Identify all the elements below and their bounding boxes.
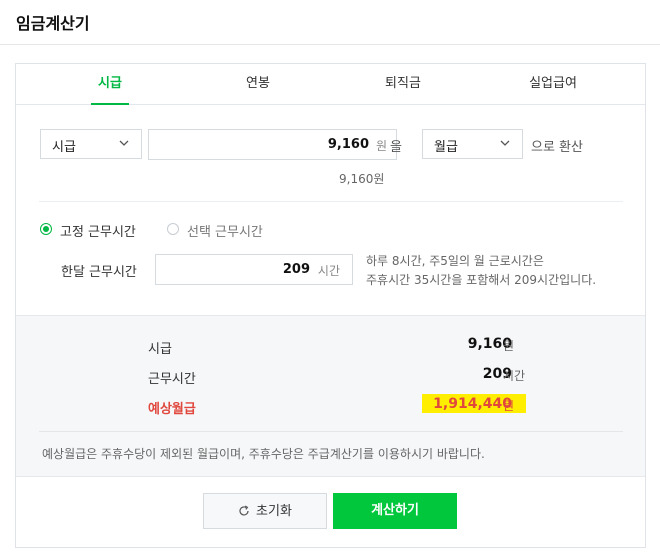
page-title: 임금계산기 [16, 14, 90, 33]
result-note: 예상월급은 주휴수당이 제외된 월급이며, 주휴수당은 주급계산기를 이용하시기… [42, 447, 485, 461]
chevron-down-icon [119, 140, 129, 146]
app-header: 임금계산기 [0, 0, 660, 45]
from-unit-value: 시급 [52, 140, 76, 155]
to-unit-value: 월급 [434, 140, 458, 155]
monthly-hours-value: 209 [282, 262, 310, 277]
hours-hint-line2: 주휴시간 35시간을 포함해서 209시간입니다. [366, 273, 597, 287]
selected-hours-radio[interactable] [167, 223, 179, 235]
result-monthly-unit: 원 [503, 399, 515, 413]
result-monthly-value: 1,914,440 [433, 396, 512, 412]
amount-input[interactable]: 9,160 원 [148, 129, 397, 160]
result-divider [39, 431, 623, 432]
result-hours-unit: 시간 [503, 369, 526, 383]
convert-suffix-text: 으로 환산 [531, 140, 583, 155]
fixed-hours-radio[interactable] [40, 223, 52, 235]
tab-hourly-label: 시급 [98, 76, 122, 91]
amount-value: 9,160 [327, 137, 369, 152]
monthly-hours-unit: 시간 [317, 264, 340, 278]
amount-unit: 원 [375, 139, 387, 153]
hours-hint-line1: 하루 8시간, 주5일의 월 근로시간은 [366, 254, 544, 268]
selected-hours-label[interactable]: 선택 근무시간 [187, 221, 263, 240]
from-unit-select[interactable]: 시급 [40, 129, 142, 159]
chevron-down-icon [500, 140, 510, 146]
tab-bar: 시급 연봉 퇴직금 실업급여 [16, 64, 645, 105]
result-hourly-unit: 원 [503, 339, 515, 353]
reset-button-label: 초기화 [256, 504, 292, 519]
reset-button[interactable]: 초기화 [203, 493, 327, 529]
monthly-hours-label: 한달 근무시간 [61, 265, 137, 280]
particle-text: 을 [390, 140, 402, 155]
result-hours-label: 근무시간 [148, 372, 196, 387]
amount-echo: 9,160원 [339, 172, 385, 186]
tab-unemployment-benefit[interactable]: 실업급여 [513, 64, 593, 104]
calculator-card: 시급 연봉 퇴직금 실업급여 시급 9,160 원 을 월급 으로 환산 9,1… [15, 63, 646, 548]
tab-hourly[interactable]: 시급 [80, 64, 140, 105]
calculate-button[interactable]: 계산하기 [333, 493, 457, 529]
result-monthly-label: 예상월급 [148, 402, 196, 417]
section-divider [39, 201, 623, 202]
monthly-hours-input[interactable]: 209 시간 [155, 254, 353, 285]
tab-annual-salary[interactable]: 연봉 [228, 64, 288, 104]
active-tab-indicator [91, 103, 129, 105]
tab-severance-pay[interactable]: 퇴직금 [368, 64, 438, 104]
calculate-button-label: 계산하기 [371, 503, 419, 518]
tab-severance-pay-label: 퇴직금 [385, 76, 421, 91]
tab-annual-salary-label: 연봉 [246, 76, 270, 91]
hours-hint: 하루 8시간, 주5일의 월 근로시간은 주휴시간 35시간을 포함해서 209… [366, 252, 596, 290]
tab-unemployment-benefit-label: 실업급여 [529, 76, 577, 91]
result-hourly-label: 시급 [148, 342, 172, 357]
to-unit-select[interactable]: 월급 [422, 129, 523, 159]
fixed-hours-label[interactable]: 고정 근무시간 [60, 221, 136, 240]
refresh-icon [239, 504, 249, 516]
